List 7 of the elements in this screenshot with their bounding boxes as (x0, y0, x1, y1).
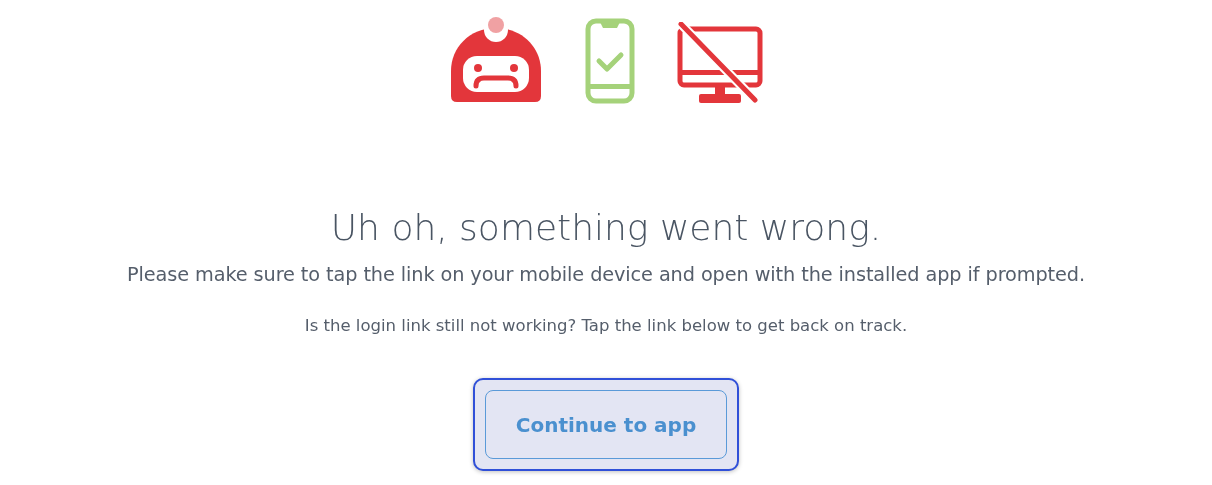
error-heading: Uh oh, something went wrong. (330, 206, 882, 250)
crossed-out-monitor-icon (677, 22, 763, 104)
phone-check-icon (585, 18, 635, 104)
sad-robot-icon (449, 16, 543, 104)
instructions-text: Please make sure to tap the link on your mobile device and open with the installed app if prompted. (127, 262, 1085, 288)
hint-text: Is the login link still not working? Tap the link below to get back on track. (304, 315, 908, 337)
continue-button[interactable]: Continue to app (485, 390, 727, 459)
